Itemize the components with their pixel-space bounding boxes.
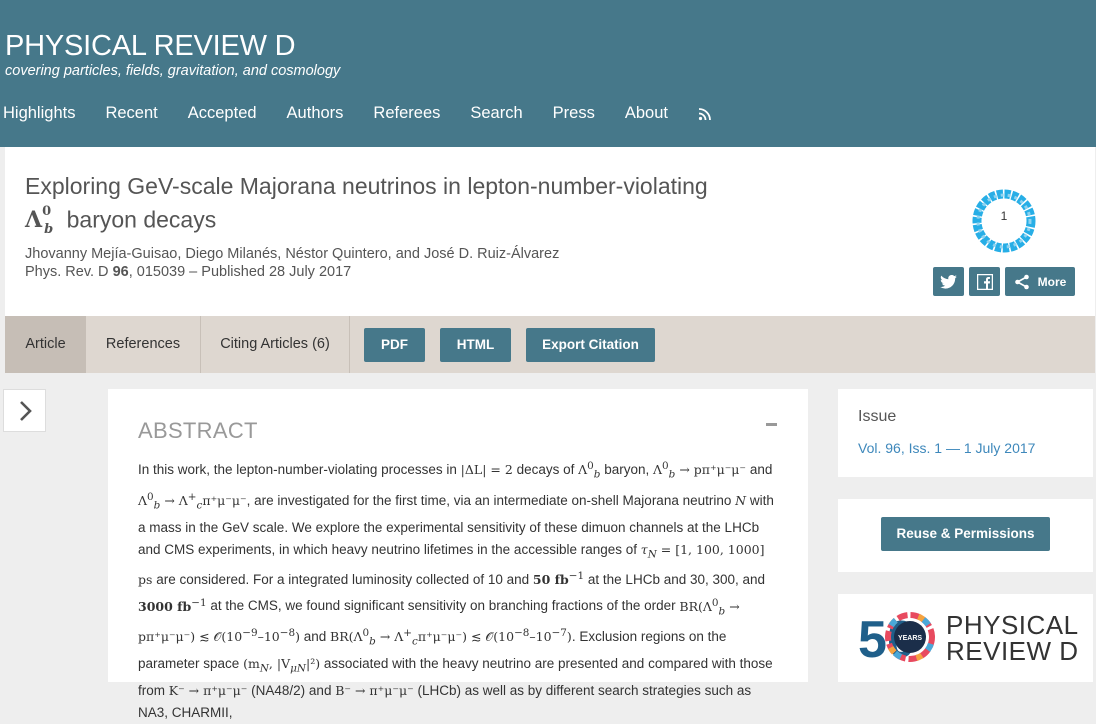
article-title-line1: Exploring GeV-scale Majorana neutrinos i… [25,173,708,199]
issue-link[interactable]: Vol. 96, Iss. 1 — 1 July 2017 [858,440,1035,456]
nav-about[interactable]: About [625,104,668,126]
share-icon [1014,274,1029,289]
reuse-card: Reuse & Permissions [838,499,1093,572]
article-tabs: Article References Citing Articles (6) P… [5,316,1095,373]
nav-authors[interactable]: Authors [287,104,344,126]
anniversary-logo-card: 50 YEARS PHYSICAL REVIEW D [838,594,1093,682]
nav-referees[interactable]: Referees [373,104,440,126]
article-authors[interactable]: Jhovanny Mejía-Guisao, Diego Milanés, Né… [25,246,559,262]
html-button[interactable]: HTML [440,328,511,362]
nav-accepted[interactable]: Accepted [188,104,257,126]
pdf-button[interactable]: PDF [364,328,425,362]
nav-press[interactable]: Press [553,104,595,126]
journal-title[interactable]: PHYSICAL REVIEW D [5,30,296,63]
tab-references[interactable]: References [86,316,200,373]
reuse-permissions-button[interactable]: Reuse & Permissions [881,517,1050,551]
twitter-icon [940,274,957,289]
logo-line2: REVIEW D [946,636,1079,666]
journal-subtitle: covering particles, fields, gravitation,… [5,63,341,79]
citation-line: Phys. Rev. D 96, 015039 – Published 28 J… [25,264,352,280]
article-title-line2: Λ0b baryon decays [25,204,217,237]
fifty-years-logo-icon: 50 YEARS [858,611,935,663]
twitter-share-button[interactable] [933,267,964,296]
facebook-share-button[interactable] [969,267,1000,296]
altmetric-score: 1 [1000,209,1008,223]
tab-citing-articles[interactable]: Citing Articles (6) [201,316,349,373]
nav-search[interactable]: Search [470,104,522,126]
svg-text:YEARS: YEARS [898,635,922,642]
nav-recent[interactable]: Recent [105,104,157,126]
tab-article[interactable]: Article [5,316,86,373]
abstract-panel: ABSTRACT In this work, the lepton-number… [108,389,808,720]
nav-highlights[interactable]: Highlights [3,104,75,126]
chevron-right-icon [20,401,32,421]
main-nav: Highlights Recent Accepted Authors Refer… [3,104,712,126]
article-header: Exploring GeV-scale Majorana neutrinos i… [5,147,1095,316]
lambda-b-symbol: Λ0b [25,204,54,237]
more-share-button[interactable]: More [1005,267,1075,296]
abstract-text: In this work, the lepton-number-violatin… [138,460,774,720]
issue-heading: Issue [858,408,897,425]
tab-divider [349,316,350,373]
rss-icon[interactable] [698,107,712,121]
export-citation-button[interactable]: Export Citation [526,328,655,362]
abstract-heading: ABSTRACT [138,418,258,443]
sidebar-expand-button[interactable] [3,389,46,432]
more-label: More [1037,274,1067,289]
site-header: PHYSICAL REVIEW D covering particles, fi… [0,0,1096,147]
issue-card: Issue Vol. 96, Iss. 1 — 1 July 2017 [838,389,1093,477]
facebook-icon [976,273,993,290]
collapse-abstract-button[interactable] [766,423,777,426]
article-title: Exploring GeV-scale Majorana neutrinos i… [25,171,825,245]
